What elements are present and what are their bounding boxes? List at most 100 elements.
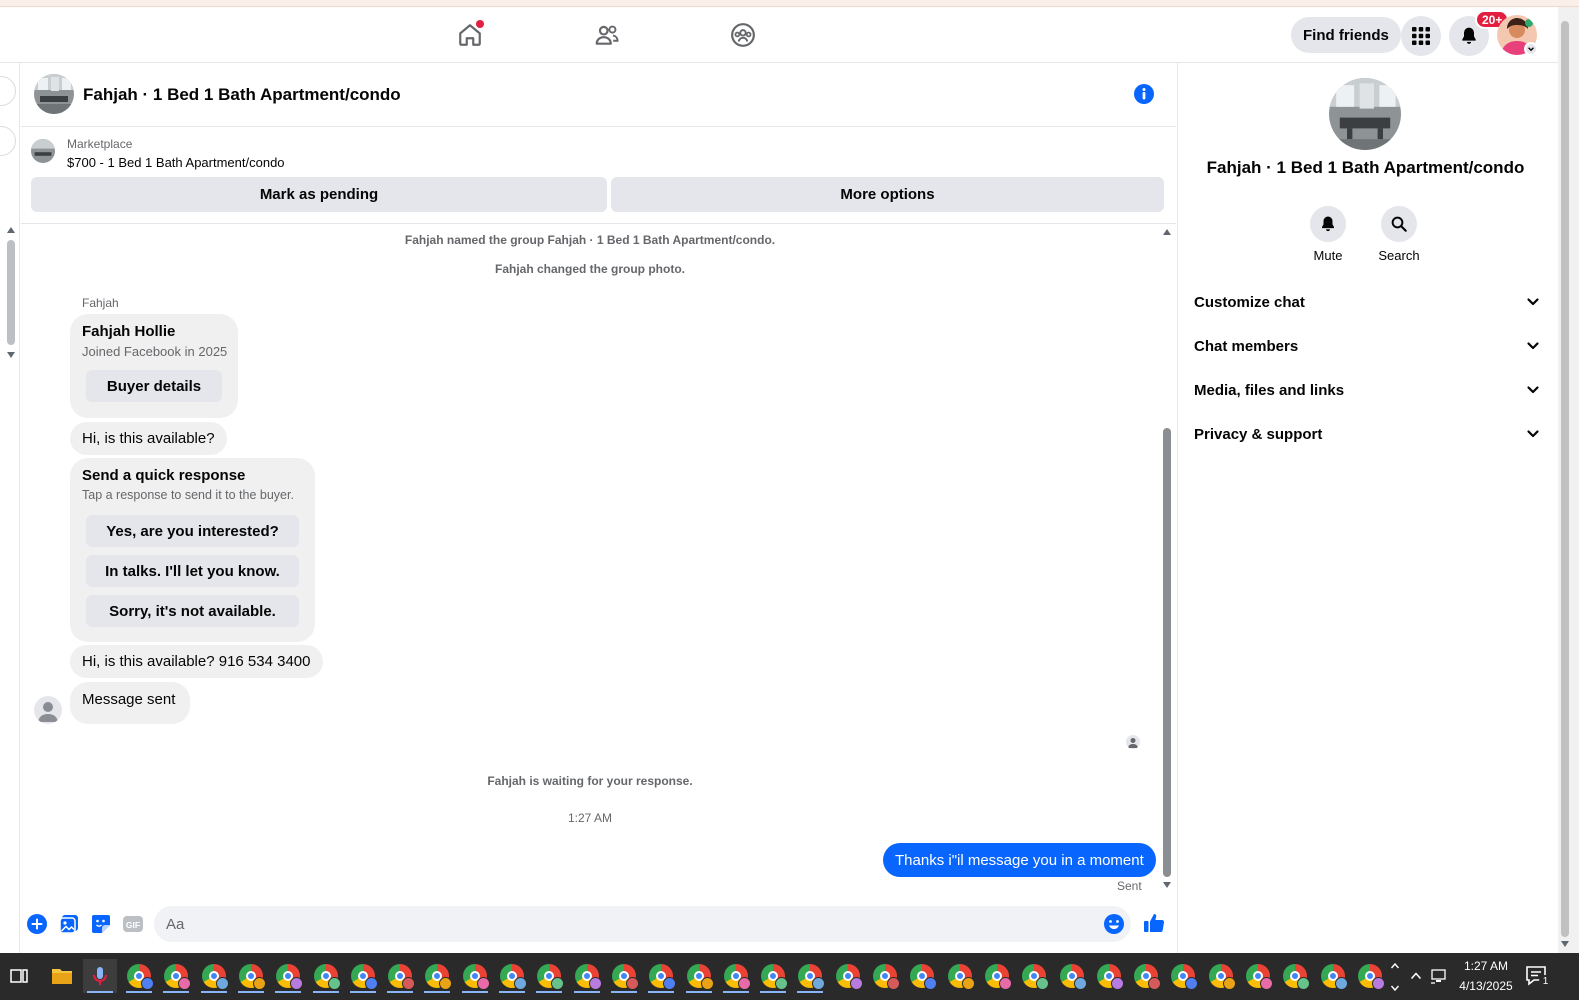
thread-scrollbar-thumb[interactable] xyxy=(1163,428,1171,877)
chrome-window-icon[interactable] xyxy=(197,959,231,993)
network-icon[interactable] xyxy=(1428,965,1450,987)
account-chevron-down-icon[interactable] xyxy=(1524,42,1538,56)
file-explorer-icon[interactable] xyxy=(45,959,79,993)
chat-members-section[interactable]: Chat members xyxy=(1186,326,1548,366)
chrome-window-icon[interactable] xyxy=(644,959,678,993)
mute-action[interactable]: Mute xyxy=(1298,206,1358,263)
quick-response-option[interactable]: In talks. I'll let you know. xyxy=(86,555,299,587)
chrome-window-icon[interactable] xyxy=(1241,959,1275,993)
mark-as-pending-button[interactable]: Mark as pending xyxy=(31,177,607,212)
conversation-title[interactable]: Fahjah · 1 Bed 1 Bath Apartment/condo xyxy=(83,85,401,105)
chrome-window-icon[interactable] xyxy=(570,959,604,993)
scroll-up-arrow-icon[interactable] xyxy=(7,227,15,233)
quick-response-title: Send a quick response xyxy=(82,467,246,484)
chevron-up-icon[interactable] xyxy=(1390,961,1400,971)
buyer-details-button[interactable]: Buyer details xyxy=(86,370,222,402)
thread-scrollbar[interactable] xyxy=(1159,225,1176,897)
customize-chat-section[interactable]: Customize chat xyxy=(1186,282,1548,322)
chrome-window-icon[interactable] xyxy=(868,959,902,993)
chat-list-avatar[interactable] xyxy=(0,126,16,156)
home-icon[interactable] xyxy=(452,17,488,53)
search-icon[interactable] xyxy=(1381,206,1417,242)
chrome-window-icon[interactable] xyxy=(234,959,268,993)
chrome-window-icon[interactable] xyxy=(1166,959,1200,993)
groups-icon[interactable] xyxy=(725,17,761,53)
chat-list-avatar[interactable] xyxy=(0,76,16,106)
sender-avatar[interactable] xyxy=(34,696,62,724)
scroll-down-arrow-icon[interactable] xyxy=(1561,941,1569,947)
chrome-window-icon[interactable] xyxy=(607,959,641,993)
plus-icon[interactable] xyxy=(25,912,49,936)
show-hidden-icons-icon[interactable] xyxy=(1405,965,1427,987)
incoming-message[interactable]: Message sent xyxy=(70,682,190,724)
chrome-window-icon[interactable] xyxy=(905,959,939,993)
incoming-message[interactable]: Hi, is this available? xyxy=(70,422,227,455)
media-files-links-section[interactable]: Media, files and links xyxy=(1186,370,1548,410)
chrome-window-icon[interactable] xyxy=(1204,959,1238,993)
message-input[interactable] xyxy=(154,906,1131,942)
friends-icon[interactable] xyxy=(589,17,625,53)
chrome-window-icon[interactable] xyxy=(495,959,529,993)
listing-title[interactable]: $700 - 1 Bed 1 Bath Apartment/condo xyxy=(67,155,285,170)
photo-icon[interactable] xyxy=(57,912,81,936)
search-action[interactable]: Search xyxy=(1369,206,1429,263)
chrome-window-icon[interactable] xyxy=(1129,959,1163,993)
chrome-window-icon[interactable] xyxy=(1055,959,1089,993)
chrome-window-icon[interactable] xyxy=(122,959,156,993)
scroll-up-arrow-icon[interactable] xyxy=(1163,229,1171,235)
chrome-window-icon[interactable] xyxy=(831,959,865,993)
chrome-window-icon[interactable] xyxy=(532,959,566,993)
scroll-down-arrow-icon[interactable] xyxy=(7,352,15,358)
thumbs-up-icon[interactable] xyxy=(1142,911,1166,935)
bell-icon[interactable] xyxy=(1310,206,1346,242)
chrome-window-icon[interactable] xyxy=(271,959,305,993)
chrome-window-icon[interactable] xyxy=(309,959,343,993)
chrome-window-icon[interactable] xyxy=(980,959,1014,993)
chrome-window-icon[interactable] xyxy=(1316,959,1350,993)
chrome-window-icon[interactable] xyxy=(756,959,790,993)
info-icon[interactable] xyxy=(1133,83,1155,105)
privacy-support-section[interactable]: Privacy & support xyxy=(1186,414,1548,454)
chevron-down-icon[interactable] xyxy=(1390,983,1400,993)
chrome-window-icon[interactable] xyxy=(346,959,380,993)
profile-badge-icon xyxy=(476,977,490,990)
open-window-indicator xyxy=(760,991,787,993)
outgoing-message[interactable]: Thanks i"il message you in a moment xyxy=(883,843,1156,877)
chrome-window-icon[interactable] xyxy=(719,959,753,993)
chrome-window-icon[interactable] xyxy=(159,959,193,993)
menu-grid-icon[interactable] xyxy=(1401,16,1441,56)
system-clock[interactable]: 1:27 AM 4/13/2025 xyxy=(1453,956,1519,996)
task-view-icon[interactable] xyxy=(2,959,36,993)
section-label: Chat members xyxy=(1194,337,1299,355)
group-avatar[interactable] xyxy=(34,74,74,114)
chrome-window-icon[interactable] xyxy=(383,959,417,993)
chat-list-scrollbar[interactable] xyxy=(7,240,15,345)
page-scrollbar-thumb[interactable] xyxy=(1561,21,1569,937)
chrome-window-icon[interactable] xyxy=(1017,959,1051,993)
page-scrollbar[interactable] xyxy=(1558,7,1579,953)
group-photo[interactable] xyxy=(1329,78,1401,150)
quick-response-option[interactable]: Yes, are you interested? xyxy=(86,515,299,547)
quick-response-option[interactable]: Sorry, it's not available. xyxy=(86,595,299,627)
more-options-button[interactable]: More options xyxy=(611,177,1164,212)
taskbar-scroll-arrows[interactable] xyxy=(1384,955,1406,999)
system-message: Fahjah named the group Fahjah · 1 Bed 1 … xyxy=(404,233,776,247)
chrome-window-icon[interactable] xyxy=(943,959,977,993)
emoji-icon[interactable] xyxy=(1103,913,1125,935)
active-app-icon[interactable] xyxy=(83,959,117,993)
chrome-window-icon[interactable] xyxy=(1092,959,1126,993)
chrome-window-icon[interactable] xyxy=(793,959,827,993)
profile-badge-icon xyxy=(141,977,154,990)
chrome-window-icon[interactable] xyxy=(1278,959,1312,993)
chrome-window-icon[interactable] xyxy=(682,959,716,993)
scroll-down-arrow-icon[interactable] xyxy=(1163,882,1171,888)
sticker-icon[interactable] xyxy=(89,912,113,936)
find-friends-button[interactable]: Find friends xyxy=(1291,17,1401,53)
gif-icon[interactable]: GIF xyxy=(121,912,145,936)
action-center-icon[interactable]: 1 xyxy=(1523,962,1552,990)
listing-thumbnail[interactable] xyxy=(31,139,55,163)
chrome-window-icon[interactable] xyxy=(1353,959,1387,993)
chrome-window-icon[interactable] xyxy=(420,959,454,993)
incoming-message[interactable]: Hi, is this available? 916 534 3400 xyxy=(70,645,323,678)
chrome-window-icon[interactable] xyxy=(458,959,492,993)
